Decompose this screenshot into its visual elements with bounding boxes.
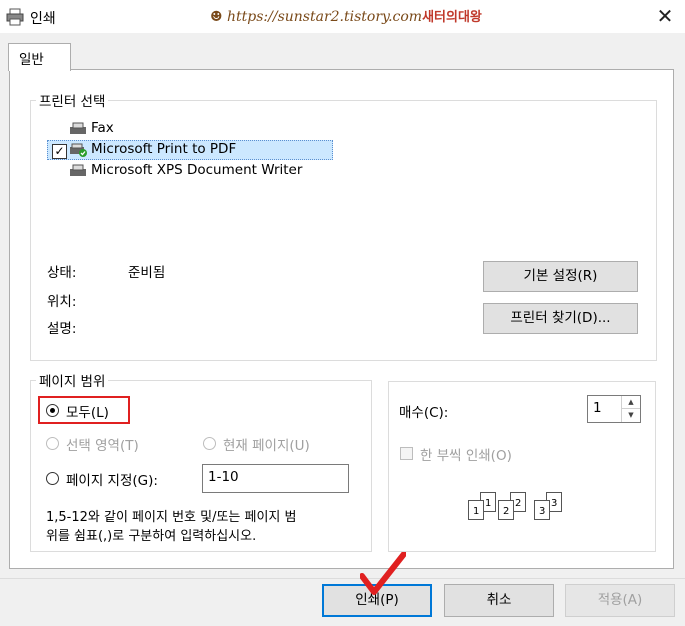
- printer-icon: [70, 164, 86, 176]
- title-bar: 인쇄 ☻ https://sunstar2.tistory.com새터의대왕 ✕: [0, 0, 685, 33]
- preferences-button[interactable]: 기본 설정(R): [483, 261, 638, 292]
- pages-input[interactable]: 1-10: [202, 464, 349, 493]
- radio-selection: [46, 437, 59, 450]
- watermark: ☻ https://sunstar2.tistory.com새터의대왕: [210, 9, 482, 25]
- copies-value: 1: [593, 400, 602, 416]
- radio-selection-label: 선택 영역(T): [66, 438, 139, 454]
- radio-pages[interactable]: [46, 472, 59, 485]
- red-checkmark-icon: [360, 552, 406, 595]
- radio-current-page: [203, 437, 216, 450]
- printer-item-fax[interactable]: Fax: [47, 119, 337, 139]
- collate-page: 3: [534, 500, 550, 520]
- fax-icon: [70, 122, 86, 134]
- status-value: 준비됨: [128, 265, 166, 281]
- radio-current-page-label: 현재 페이지(U): [223, 438, 310, 454]
- close-icon: ✕: [656, 4, 674, 28]
- page-range-hint-line1: 1,5-12와 같이 페이지 번호 및/또는 페이지 범: [46, 510, 297, 525]
- radio-all[interactable]: [46, 404, 59, 417]
- status-label: 상태:: [47, 265, 77, 281]
- window-title: 인쇄: [30, 11, 56, 27]
- collate-label: 한 부씩 인쇄(O): [420, 448, 512, 464]
- printer-item-microsoft-xps[interactable]: Microsoft XPS Document Writer: [47, 161, 337, 181]
- collate-page: 2: [498, 500, 514, 520]
- close-button[interactable]: ✕: [650, 2, 680, 30]
- radio-pages-label[interactable]: 페이지 지정(G):: [66, 469, 158, 489]
- default-printer-icon: [70, 143, 87, 157]
- printer-list[interactable]: Fax ✓ Microsoft Print to PDF Microsoft X…: [47, 117, 347, 187]
- collate-checkbox: [400, 447, 413, 460]
- tab-general[interactable]: 일반: [8, 43, 71, 71]
- comment-label: 설명:: [47, 321, 77, 337]
- apply-button: 적용(A): [565, 584, 675, 617]
- printer-icon: [6, 8, 24, 26]
- radio-all-label[interactable]: 모두(L): [66, 401, 109, 421]
- page-range-hint-line2: 위를 쉼표(,)로 구분하여 입력하십시오.: [46, 529, 257, 544]
- find-printer-button[interactable]: 프린터 찾기(D)...: [483, 303, 638, 334]
- page-range-legend: 페이지 범위: [36, 370, 109, 390]
- footer-divider: [0, 578, 685, 579]
- copies-label: 매수(C):: [399, 405, 449, 421]
- checkmark-icon: ✓: [52, 144, 67, 159]
- cancel-button[interactable]: 취소: [444, 584, 554, 617]
- spin-down-icon[interactable]: ▼: [622, 409, 640, 422]
- collate-illustration: 1 1 2 2 3 3: [468, 492, 568, 524]
- watermark-smiley-icon: ☻: [210, 9, 223, 25]
- collate-page: 1: [468, 500, 484, 520]
- copies-spinner[interactable]: 1 ▲ ▼: [587, 395, 641, 423]
- printer-item-microsoft-print-to-pdf[interactable]: ✓ Microsoft Print to PDF: [47, 140, 333, 160]
- printer-select-legend: 프린터 선택: [36, 90, 109, 110]
- spin-up-icon[interactable]: ▲: [622, 396, 640, 409]
- location-label: 위치:: [47, 294, 77, 310]
